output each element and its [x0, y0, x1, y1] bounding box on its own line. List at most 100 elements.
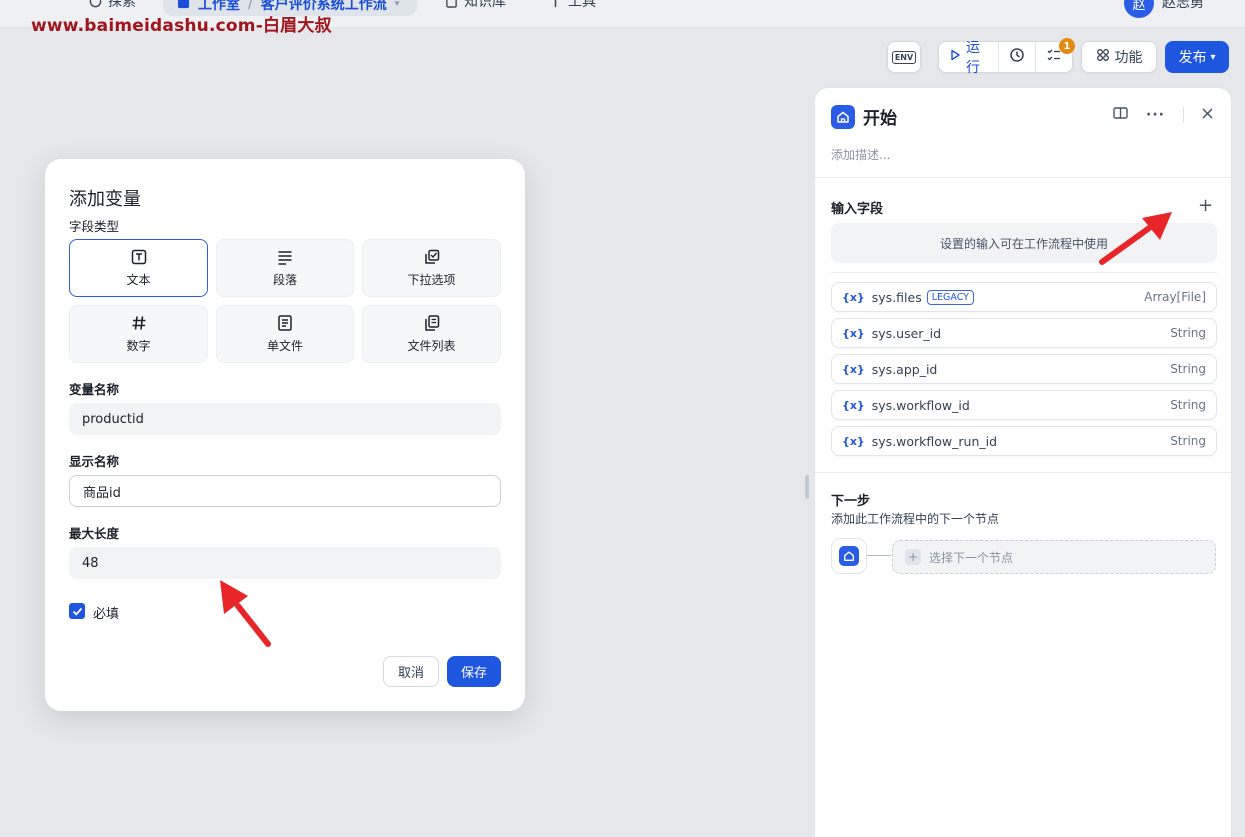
- nav-knowledge-label: 知识库: [464, 0, 506, 10]
- required-label: 必填: [93, 607, 120, 622]
- divider: [815, 472, 1231, 473]
- run-button-group: 运行: [938, 40, 1073, 76]
- book-icon: [444, 0, 458, 8]
- field-type-label: 文本: [126, 273, 151, 287]
- variable-icon: {x}: [842, 290, 865, 304]
- more-icon[interactable]: ···: [1146, 107, 1165, 123]
- run-label: 运行: [966, 40, 980, 76]
- file-list-icon: [423, 314, 441, 332]
- nav-tools-label: 工具: [568, 0, 596, 10]
- variable-icon: {x}: [842, 434, 865, 448]
- field-type-option[interactable]: 文本: [69, 239, 208, 297]
- field-type-option[interactable]: 段落: [216, 239, 354, 297]
- chevron-down-icon: ▾: [1210, 51, 1216, 63]
- env-icon: ENV: [891, 50, 917, 64]
- variable-row[interactable]: {x} sys.app_id String: [831, 354, 1217, 384]
- variable-icon: {x}: [842, 326, 865, 340]
- number-icon: [130, 314, 148, 332]
- chevron-down-icon: ▾: [1210, 0, 1215, 12]
- required-checkbox[interactable]: [69, 603, 85, 619]
- variable-name: sys.user_id: [871, 325, 942, 341]
- variable-name: sys.workflow_run_id: [871, 433, 998, 449]
- field-type-option[interactable]: 数字: [69, 305, 208, 363]
- paragraph-icon: [276, 248, 294, 266]
- run-button[interactable]: 运行: [939, 40, 999, 76]
- play-icon: [949, 49, 961, 65]
- dialog-title: 添加变量: [69, 189, 141, 210]
- home-icon: [839, 546, 859, 566]
- cancel-button[interactable]: 取消: [383, 656, 439, 687]
- user-name: 赵志勇: [1162, 0, 1204, 11]
- compass-icon: [88, 0, 102, 8]
- divider: [815, 177, 1231, 178]
- legacy-badge: LEGACY: [926, 289, 974, 305]
- add-input-icon[interactable]: +: [1198, 195, 1213, 216]
- field-type-label: 下拉选项: [407, 273, 456, 287]
- field-type-label: 单文件: [266, 339, 303, 353]
- watermark-text: www.baimeidashu.com-白眉大叔: [31, 16, 332, 36]
- book-open-icon[interactable]: [1113, 106, 1128, 124]
- annotation-arrow-icon: [220, 580, 271, 647]
- annotation-arrow-icon: [1099, 212, 1172, 265]
- history-button[interactable]: [999, 42, 1036, 72]
- close-icon[interactable]: [1202, 107, 1213, 123]
- description-input[interactable]: 添加描述...: [831, 146, 890, 163]
- variable-type: String: [1170, 398, 1206, 412]
- variable-type: Array[File]: [1144, 290, 1206, 304]
- publish-button[interactable]: 发布 ▾: [1165, 41, 1229, 73]
- display-name-input[interactable]: 商品id: [69, 475, 501, 507]
- variable-name: sys.workflow_id: [871, 397, 970, 413]
- variable-name: sys.app_id: [871, 361, 938, 377]
- variable-type: String: [1170, 434, 1206, 448]
- home-icon: [831, 104, 855, 129]
- current-node-chip: [831, 538, 867, 574]
- var-name-label: 变量名称: [69, 382, 120, 397]
- file-icon: [276, 314, 294, 332]
- variable-row[interactable]: {x} sys.workflow_id String: [831, 390, 1217, 420]
- variable-icon: {x}: [842, 362, 865, 376]
- max-length-label: 最大长度: [69, 526, 120, 541]
- panel-resize-handle[interactable]: [805, 475, 809, 499]
- variable-type: String: [1170, 326, 1206, 340]
- divider: [831, 272, 1217, 273]
- variable-name: sys.files: [871, 289, 922, 305]
- field-type-option[interactable]: 单文件: [216, 305, 354, 363]
- start-node-panel: 开始 ··· 添加描述... 输入字段 + 设置的输入可在工作流程中使用 {x}…: [814, 87, 1232, 837]
- variable-row[interactable]: {x} sys.user_id String: [831, 318, 1217, 348]
- tool-divider: [1183, 107, 1184, 123]
- wrench-icon: [548, 0, 562, 8]
- field-type-options: 文本 段落 下拉选项数字 单文件 文件列表: [69, 239, 501, 363]
- variable-row[interactable]: {x} sys.files LEGACY Array[File]: [831, 282, 1217, 312]
- select-icon: [423, 248, 441, 266]
- select-next-node-button[interactable]: + 选择下一个节点: [892, 540, 1216, 574]
- nav-tools[interactable]: 工具: [548, 0, 596, 11]
- field-type-option[interactable]: 下拉选项: [362, 239, 501, 297]
- field-type-label: 字段类型: [69, 219, 120, 234]
- check-icon: [72, 607, 82, 616]
- variable-row[interactable]: {x} sys.workflow_run_id String: [831, 426, 1217, 456]
- plus-icon: +: [905, 549, 921, 565]
- features-label: 功能: [1114, 50, 1143, 66]
- select-next-node-label: 选择下一个节点: [929, 550, 1014, 565]
- env-button[interactable]: ENV: [887, 41, 921, 73]
- variable-icon: {x}: [842, 398, 865, 412]
- next-step-title: 下一步: [831, 494, 871, 509]
- nav-knowledge[interactable]: 知识库: [444, 0, 506, 11]
- nav-explore[interactable]: 探索: [88, 0, 136, 11]
- node-connector: [867, 553, 893, 559]
- var-name-input[interactable]: productid: [69, 403, 501, 435]
- max-length-input[interactable]: 48: [69, 547, 501, 579]
- chevron-down-icon: ▾: [394, 0, 400, 9]
- field-type-option[interactable]: 文件列表: [362, 305, 501, 363]
- text-icon: [130, 248, 148, 266]
- next-step-desc: 添加此工作流程中的下一个节点: [831, 512, 1000, 526]
- save-button[interactable]: 保存: [447, 656, 501, 687]
- user-menu[interactable]: 赵志勇 ▾: [1162, 0, 1215, 12]
- avatar[interactable]: 赵: [1124, 0, 1154, 18]
- field-type-label: 文件列表: [407, 339, 456, 353]
- panel-title[interactable]: 开始: [863, 104, 897, 129]
- features-button[interactable]: 功能: [1081, 41, 1157, 73]
- add-variable-dialog: 添加变量 字段类型 文本 段落 下拉选项数字 单文件 文件列表 变量名称 product…: [45, 159, 525, 711]
- display-name-label: 显示名称: [69, 454, 120, 469]
- field-type-label: 数字: [126, 339, 151, 353]
